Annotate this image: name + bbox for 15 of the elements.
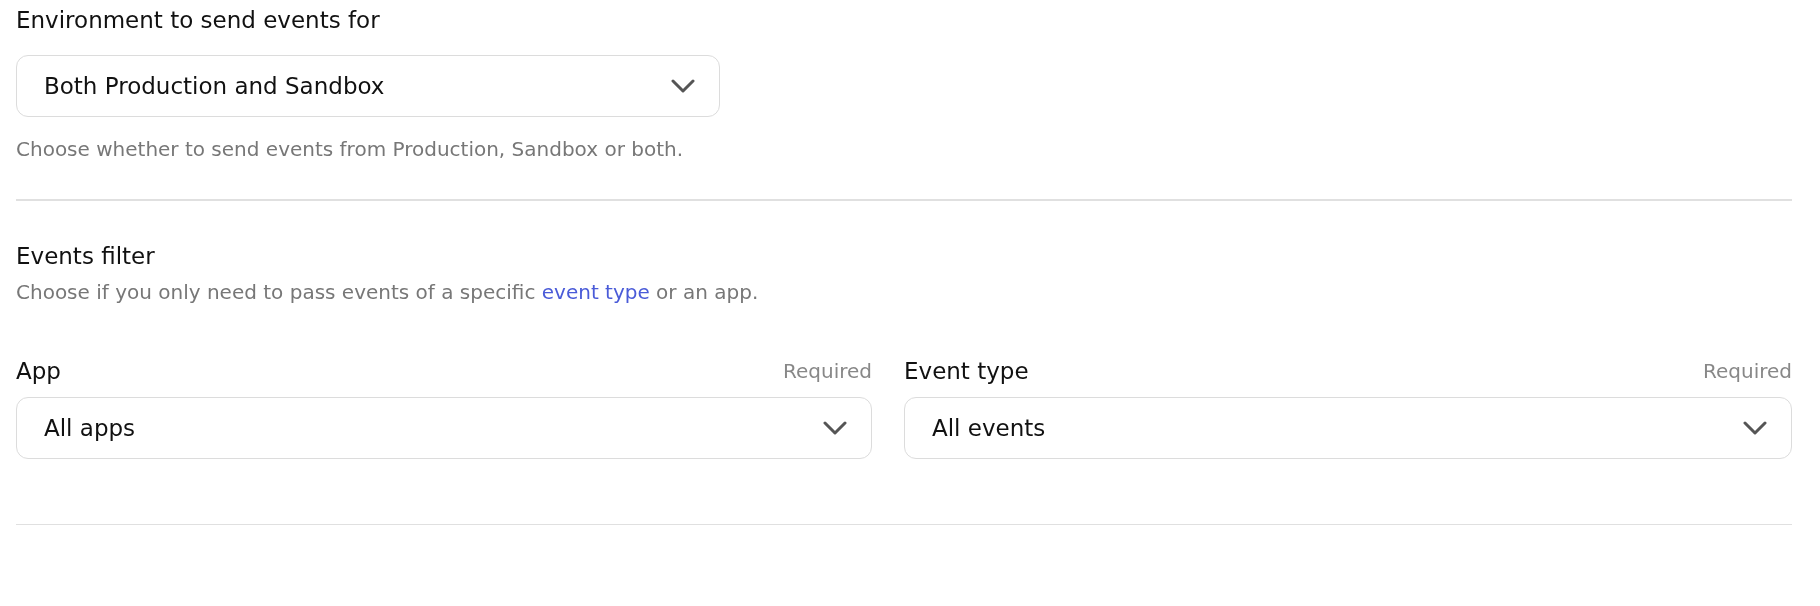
field-label: Environment to send events for [16, 6, 381, 35]
description-text: Choose if you only need to pass events of a specific event type or an app. [16, 278, 760, 306]
chevron-down-icon [1743, 420, 1767, 435]
chevron-down-icon [823, 420, 847, 435]
required-label: Required [783, 358, 872, 383]
field-label: App [16, 356, 61, 386]
dropdown-select[interactable]: All apps [16, 396, 872, 459]
event-type-link[interactable]: event type [541, 279, 650, 304]
field-label: Event type [904, 356, 1029, 386]
chevron-down-icon [671, 79, 695, 93]
required-label: Required [1703, 358, 1792, 383]
dropdown-select[interactable]: All events [904, 396, 1792, 459]
hint-text: Choose whether to send events from Production, Sandbox or both. [16, 136, 685, 163]
environment-select[interactable]: Both Production and Sandbox [16, 55, 720, 117]
section-title: Events filter [16, 241, 156, 271]
